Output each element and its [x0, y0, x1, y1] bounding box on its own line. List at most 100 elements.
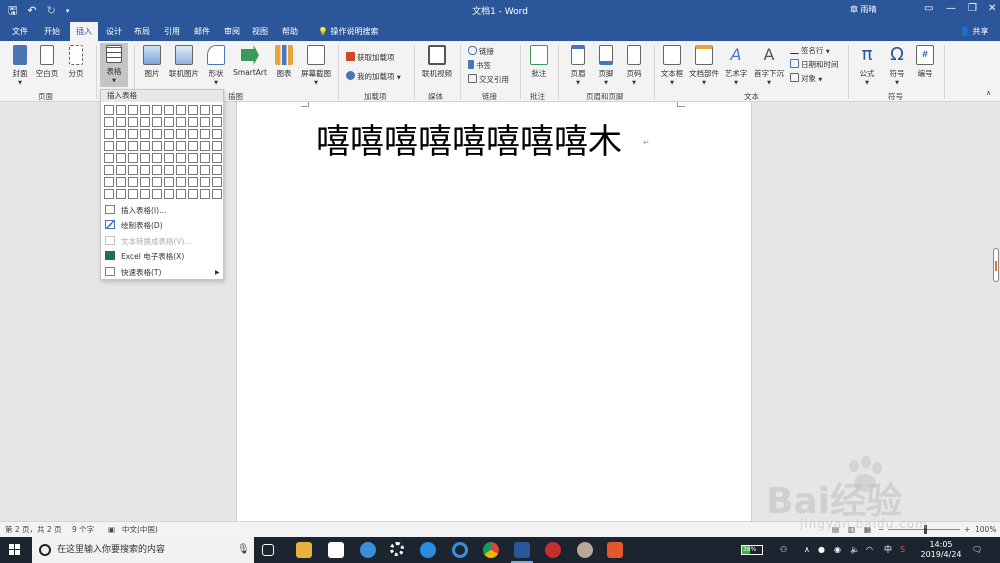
- chrome-icon[interactable]: [483, 542, 499, 558]
- table-grid-cell[interactable]: [188, 165, 198, 175]
- table-grid-cell[interactable]: [104, 141, 114, 151]
- table-grid-cell[interactable]: [104, 189, 114, 199]
- online-video-button[interactable]: 联机视频: [418, 45, 456, 79]
- screenshot-button[interactable]: 屏幕截图 ▼: [298, 45, 334, 86]
- table-grid-cell[interactable]: [176, 153, 186, 163]
- table-grid-cell[interactable]: [140, 189, 150, 199]
- word-app-icon[interactable]: [514, 542, 530, 558]
- document-page[interactable]: 嘻嘻嘻嘻嘻嘻嘻嘻木 ↵: [236, 102, 752, 521]
- table-grid-cell[interactable]: [188, 189, 198, 199]
- table-grid-cell[interactable]: [200, 141, 210, 151]
- cross-reference-button[interactable]: 交叉引用: [468, 74, 509, 85]
- tab-design[interactable]: 设计: [100, 22, 128, 41]
- tab-view[interactable]: 视图: [246, 22, 274, 41]
- minimize-icon[interactable]: —: [946, 3, 956, 14]
- tab-insert[interactable]: 插入: [70, 22, 98, 41]
- clock-app-icon[interactable]: [360, 542, 376, 558]
- table-grid-cell[interactable]: [104, 105, 114, 115]
- table-grid-cell[interactable]: [212, 165, 222, 175]
- task-view-icon[interactable]: [262, 544, 274, 556]
- tab-file[interactable]: 文件: [6, 22, 34, 41]
- table-grid-cell[interactable]: [200, 129, 210, 139]
- share-button[interactable]: 👤 共享: [960, 22, 989, 41]
- show-hidden-icons[interactable]: ∧: [804, 537, 810, 563]
- bookmark-button[interactable]: 书签: [468, 60, 491, 71]
- read-mode-icon[interactable]: ▥: [848, 522, 855, 537]
- windows-start-icon[interactable]: [9, 544, 21, 556]
- proofing-icon[interactable]: ▣: [108, 522, 115, 537]
- excel-spreadsheet-item[interactable]: Excel 电子表格(X): [105, 250, 223, 263]
- table-grid-cell[interactable]: [164, 129, 174, 139]
- table-grid-cell[interactable]: [152, 153, 162, 163]
- document-text[interactable]: 嘻嘻嘻嘻嘻嘻嘻嘻木: [316, 114, 622, 163]
- tab-help[interactable]: 帮助: [276, 22, 304, 41]
- shapes-button[interactable]: 形状 ▼: [204, 45, 228, 86]
- search-app-icon[interactable]: [452, 542, 468, 558]
- table-grid-cell[interactable]: [152, 141, 162, 151]
- wordart-button[interactable]: A 艺术字 ▼: [722, 45, 750, 86]
- table-grid-cell[interactable]: [152, 105, 162, 115]
- tab-references[interactable]: 引用: [158, 22, 186, 41]
- table-grid-cell[interactable]: [164, 189, 174, 199]
- table-size-grid[interactable]: [104, 105, 222, 201]
- quick-tables-item[interactable]: 快速表格(T) ▶: [105, 266, 223, 279]
- table-grid-cell[interactable]: [212, 117, 222, 127]
- print-layout-icon[interactable]: ▦: [864, 522, 871, 537]
- table-grid-cell[interactable]: [212, 153, 222, 163]
- table-grid-cell[interactable]: [140, 117, 150, 127]
- tell-me-search[interactable]: 💡 操作说明搜索: [312, 22, 385, 41]
- get-addins-button[interactable]: 获取加载项: [346, 52, 395, 63]
- table-grid-cell[interactable]: [212, 105, 222, 115]
- table-grid-cell[interactable]: [164, 165, 174, 175]
- table-grid-cell[interactable]: [200, 117, 210, 127]
- restore-icon[interactable]: ❐: [968, 3, 977, 14]
- table-grid-cell[interactable]: [140, 141, 150, 151]
- table-grid-cell[interactable]: [104, 153, 114, 163]
- signature-line-button[interactable]: 签名行 ▼: [790, 45, 830, 56]
- table-grid-cell[interactable]: [116, 177, 126, 187]
- table-grid-cell[interactable]: [152, 165, 162, 175]
- user-name[interactable]: 章 雨晴: [850, 4, 877, 15]
- table-grid-cell[interactable]: [140, 165, 150, 175]
- equation-button[interactable]: π 公式 ▼: [854, 45, 880, 87]
- tab-home[interactable]: 开始: [38, 22, 66, 41]
- ime-indicator[interactable]: 中: [884, 537, 892, 563]
- table-grid-cell[interactable]: [188, 129, 198, 139]
- insert-table-item[interactable]: 插入表格(I)...: [105, 204, 223, 217]
- table-button[interactable]: 表格 ▼: [100, 43, 128, 87]
- comment-button[interactable]: 批注: [526, 45, 552, 79]
- table-grid-cell[interactable]: [128, 153, 138, 163]
- table-grid-cell[interactable]: [152, 189, 162, 199]
- word-count[interactable]: 9 个字: [72, 522, 94, 537]
- drop-cap-button[interactable]: A 首字下沉 ▼: [752, 45, 786, 86]
- zoom-out-icon[interactable]: −: [878, 522, 884, 537]
- table-grid-cell[interactable]: [164, 153, 174, 163]
- footer-button[interactable]: 页脚 ▼: [594, 45, 618, 86]
- table-grid-cell[interactable]: [128, 141, 138, 151]
- ribbon-display-options-icon[interactable]: ▭: [924, 3, 933, 14]
- table-grid-cell[interactable]: [188, 153, 198, 163]
- table-grid-cell[interactable]: [152, 177, 162, 187]
- table-grid-cell[interactable]: [104, 129, 114, 139]
- table-grid-cell[interactable]: [176, 129, 186, 139]
- tab-mailings[interactable]: 邮件: [188, 22, 216, 41]
- close-icon[interactable]: ✕: [988, 3, 996, 14]
- table-grid-cell[interactable]: [188, 177, 198, 187]
- zoom-in-icon[interactable]: +: [964, 522, 970, 537]
- my-addins-button[interactable]: 我的加载项 ▼: [346, 71, 401, 82]
- table-grid-cell[interactable]: [116, 117, 126, 127]
- sogou-ime-icon[interactable]: S: [900, 537, 905, 563]
- store-icon[interactable]: [328, 542, 344, 558]
- numbering-button[interactable]: # 编号: [912, 45, 938, 79]
- microphone-icon[interactable]: 🎙: [237, 537, 250, 563]
- table-grid-cell[interactable]: [104, 177, 114, 187]
- link-button[interactable]: 链接: [468, 46, 494, 57]
- table-grid-cell[interactable]: [152, 117, 162, 127]
- table-grid-cell[interactable]: [128, 105, 138, 115]
- zoom-slider-thumb[interactable]: [924, 525, 927, 534]
- vertical-scrollbar-thumb[interactable]: [993, 248, 999, 282]
- tray-app-icon[interactable]: ◉: [834, 537, 841, 563]
- tab-layout[interactable]: 布局: [128, 22, 156, 41]
- people-icon[interactable]: ⚇: [780, 537, 787, 563]
- table-grid-cell[interactable]: [128, 165, 138, 175]
